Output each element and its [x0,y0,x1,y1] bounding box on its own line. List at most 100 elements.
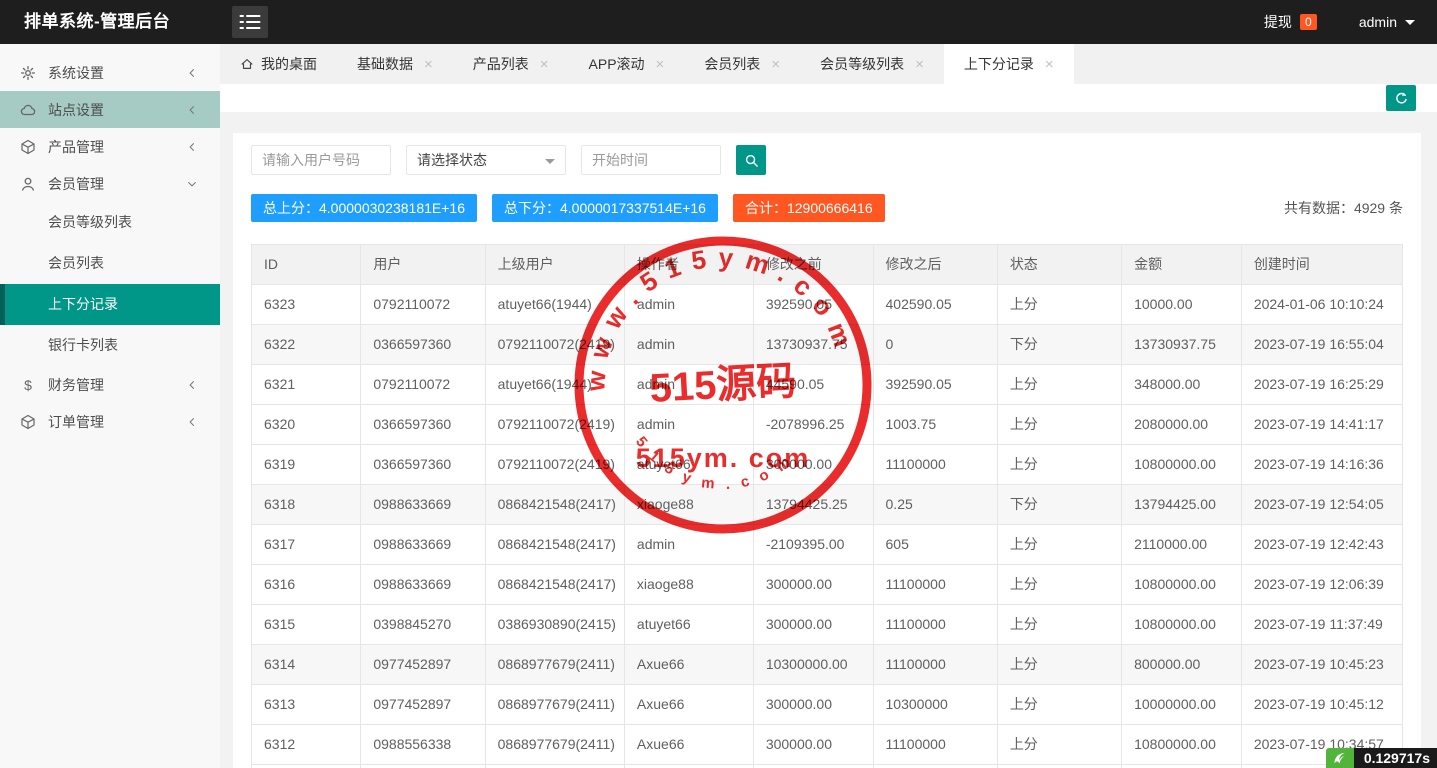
search-icon [744,153,759,168]
sidebar-toggle-button[interactable] [232,6,268,38]
column-header: 修改之后 [873,245,997,285]
close-icon[interactable]: × [656,57,665,72]
tab-5[interactable]: 会员列表 × [684,44,800,84]
tab-3[interactable]: 产品列表 × [453,44,569,84]
trace-time[interactable]: 0.129717s [1354,748,1437,768]
table-cell: 0868977679(2411) [485,685,624,725]
table-cell: 6515 [873,765,997,768]
table-cell: 0398845270 [361,605,485,645]
table-cell: 上分 [997,645,1121,685]
start-time-input[interactable] [581,145,721,175]
table-cell: 0.25 [873,485,997,525]
table-cell: 2110000.00 [1122,525,1242,565]
sidebar-subitem-2[interactable]: 会员列表 [0,243,220,284]
username: admin [1359,14,1397,30]
chevron-down-icon [545,159,555,169]
table-cell: 6314 [252,645,361,685]
tab-label: 会员列表 [704,54,760,74]
user-number-input[interactable] [251,145,391,175]
total-down-button[interactable]: 总下分：4.0000017337514E+16 [492,194,718,222]
table-cell: 2023-07-19 10:45:23 [1241,645,1402,685]
table-cell: admin [624,765,753,768]
tab-label: 我的桌面 [261,54,317,74]
sidebar-item-4[interactable]: 会员管理 [0,165,220,202]
table-cell: 0988556338 [361,725,485,765]
table-cell: 13794425.00 [1122,485,1242,525]
sidebar-subitem-3[interactable]: 上下分记录 [0,284,220,325]
close-icon[interactable]: × [540,57,549,72]
hamburger-icon [239,13,261,31]
table-cell: 0868421548(2417) [485,565,624,605]
table-cell: 392590.05 [753,285,873,325]
column-header: 上级用户 [485,245,624,285]
tab-2[interactable]: 基础数据× [337,44,453,84]
gear-icon [20,65,36,81]
table-cell: 0977452897 [361,685,485,725]
tab-label: 会员等级列表 [820,54,904,74]
sidebar-item-2[interactable]: 站点设置 [0,91,220,128]
close-icon[interactable]: × [771,57,780,72]
app-title: 排单系统-管理后台 [24,0,170,44]
table-cell: 2024-01-06 10:10:24 [1241,285,1402,325]
total-sum-button[interactable]: 合计：12900666416 [733,194,885,222]
chevron-left-icon [186,416,198,428]
table-cell: 0366597360 [361,445,485,485]
status-select[interactable]: 请选择状态 [406,145,566,175]
table-cell: atuyet66(1944) [485,365,624,405]
table-cell: 2023-07-19 10:45:12 [1241,685,1402,725]
table-cell: 上分 [997,445,1121,485]
table-row: 63230792110072atuyet66(1944)admin392590.… [252,285,1403,325]
withdraw-menu[interactable]: 提现 0 [1264,12,1317,32]
sidebar-item-1[interactable]: 系统设置 [0,54,220,91]
sidebar-item-label: 产品管理 [48,137,104,157]
sidebar-subitem-4[interactable]: 银行卡列表 [0,325,220,366]
table-row: 63210792110072atuyet66(1944)admin44590.0… [252,365,1403,405]
table-cell: -2109395.00 [753,525,873,565]
filter-row: 请选择状态 [251,145,1403,175]
table-cell: 800000.00 [1122,645,1242,685]
table-cell: 0868421548(2417) [485,485,624,525]
trace-toggle-button[interactable] [1326,748,1354,768]
user-menu[interactable]: admin [1359,14,1415,30]
table-cell: 10000000.00 [1122,685,1242,725]
table-cell: 11100000 [873,605,997,645]
table-cell: 上分 [997,285,1121,325]
trace-leaf-icon [1332,751,1347,766]
sidebar-item-label: 订单管理 [48,412,104,432]
table-cell: 6316 [252,565,361,605]
column-header: 金额 [1122,245,1242,285]
table-cell: 13794425.25 [753,485,873,525]
table-cell: 13730937.75 [1122,325,1242,365]
sidebar-subitem-label: 上下分记录 [48,296,118,312]
close-icon[interactable]: × [1045,57,1054,72]
tab-1[interactable]: 我的桌面 [220,44,337,84]
refresh-button[interactable] [1386,85,1416,111]
close-icon[interactable]: × [424,57,433,72]
table-cell: 6320 [252,405,361,445]
svg-text:$: $ [24,377,32,393]
sidebar-subitem-label: 银行卡列表 [48,337,118,353]
table-cell: xiaoge88 [624,485,753,525]
total-up-button[interactable]: 总上分：4.0000030238181E+16 [251,194,477,222]
table-cell: 0868977679(2411) [485,645,624,685]
sidebar-item-3[interactable]: 产品管理 [0,128,220,165]
sidebar-item-6[interactable]: 订单管理 [0,403,220,440]
table-cell: 上分 [997,765,1121,768]
sidebar-item-5[interactable]: $财务管理 [0,366,220,403]
search-button[interactable] [736,145,766,175]
chevron-down-icon [186,178,198,190]
table-cell: 0792110072 [361,285,485,325]
table-cell: 300000.00 [753,605,873,645]
trace-bar: 0.129717s [1326,748,1437,768]
table-header-row: ID用户上级用户操作者修改之前修改之后状态金额创建时间 [252,245,1403,285]
tab-6[interactable]: 会员等级列表 × [800,44,944,84]
tab-label: 产品列表 [473,54,529,74]
table-cell: 348000.00 [1122,365,1242,405]
sidebar-subitem-1[interactable]: 会员等级列表 [0,202,220,243]
tab-7[interactable]: 上下分记录× [944,44,1074,84]
table-cell: 11100000 [873,725,997,765]
close-icon[interactable]: × [915,57,924,72]
table-cell: 0792110072 [361,365,485,405]
table-cell: atuyet66 [624,605,753,645]
tab-4[interactable]: APP滚动× [569,44,685,84]
